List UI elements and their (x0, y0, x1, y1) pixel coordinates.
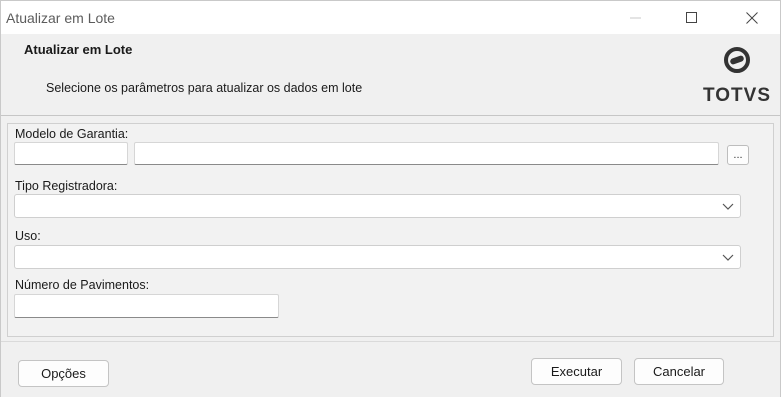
maximize-icon (686, 11, 697, 23)
modelo-garantia-code-input[interactable] (14, 142, 128, 165)
modelo-garantia-description-input[interactable] (134, 142, 719, 165)
options-button-label: Opções (41, 366, 86, 381)
minimize-button[interactable] (613, 1, 659, 34)
dialog-header: Atualizar em Lote Selecione os parâmetro… (1, 34, 780, 116)
modelo-garantia-lookup-button[interactable]: ... (727, 145, 749, 165)
totvs-logo: TOTVS (701, 44, 771, 108)
title-bar[interactable]: Atualizar em Lote (1, 1, 780, 34)
maximize-button[interactable] (669, 1, 715, 34)
parameters-panel: Modelo de Garantia: ... Tipo Registrador… (7, 123, 774, 337)
modelo-garantia-label: Modelo de Garantia: (15, 127, 129, 141)
close-button[interactable] (729, 1, 775, 34)
uso-label: Uso: (15, 229, 41, 243)
totvs-logo-icon (724, 47, 750, 73)
dialog-window: Atualizar em Lote Atualizar em Lote Sele… (0, 0, 781, 397)
header-subtitle: Selecione os parâmetros para atualizar o… (46, 81, 363, 95)
window-title: Atualizar em Lote (6, 10, 115, 26)
dialog-footer: Opções Executar Cancelar (1, 341, 780, 397)
numero-pavimentos-input[interactable] (14, 294, 279, 318)
uso-select[interactable] (14, 245, 741, 269)
cancel-button-label: Cancelar (652, 364, 706, 379)
numero-pavimentos-label: Número de Pavimentos: (15, 278, 150, 292)
chevron-down-icon (722, 254, 734, 261)
chevron-down-icon (722, 203, 734, 210)
tipo-registradora-select[interactable] (14, 194, 741, 218)
options-button[interactable]: Opções (18, 360, 109, 387)
close-icon (746, 11, 758, 24)
logo-text: TOTVS (703, 85, 771, 106)
header-title: Atualizar em Lote (24, 42, 133, 57)
minimize-icon (630, 17, 641, 18)
execute-button[interactable]: Executar (531, 358, 622, 385)
tipo-registradora-label: Tipo Registradora: (15, 179, 118, 193)
execute-button-label: Executar (550, 364, 603, 379)
cancel-button[interactable]: Cancelar (634, 358, 724, 385)
